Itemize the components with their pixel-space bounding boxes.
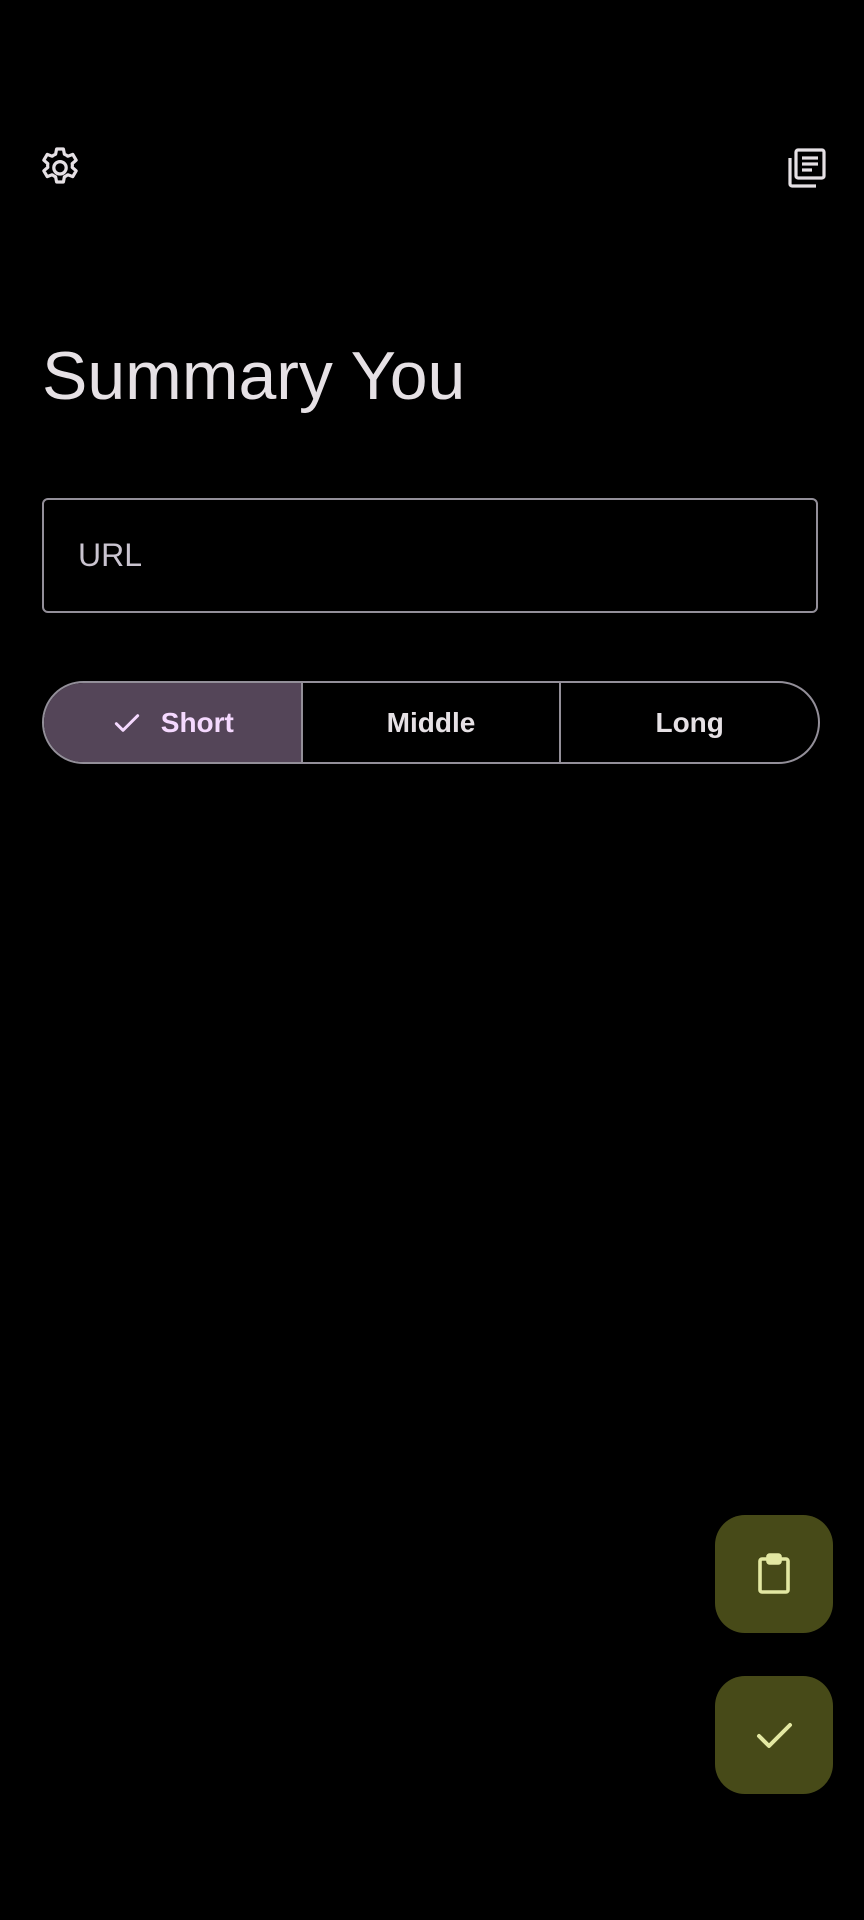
clipboard-icon xyxy=(758,1553,790,1594)
history-list-icon xyxy=(788,148,826,188)
check-icon xyxy=(757,1723,792,1748)
url-input[interactable] xyxy=(76,536,784,575)
history-button[interactable] xyxy=(770,132,842,204)
segment-label: Long xyxy=(655,706,724,738)
gear-icon xyxy=(42,147,78,184)
page-title: Summary You xyxy=(42,338,466,414)
length-selector: Short Middle Long xyxy=(42,681,820,764)
segment-short[interactable]: Short xyxy=(44,683,301,762)
url-field[interactable] xyxy=(42,498,818,613)
submit-button[interactable] xyxy=(715,1676,833,1794)
segment-label: Short xyxy=(160,706,234,738)
segment-middle[interactable]: Middle xyxy=(300,683,560,762)
segment-long[interactable]: Long xyxy=(559,683,818,762)
paste-button[interactable] xyxy=(715,1515,833,1633)
segment-label: Middle xyxy=(386,706,476,738)
settings-button[interactable] xyxy=(24,132,96,204)
check-icon xyxy=(111,707,143,739)
